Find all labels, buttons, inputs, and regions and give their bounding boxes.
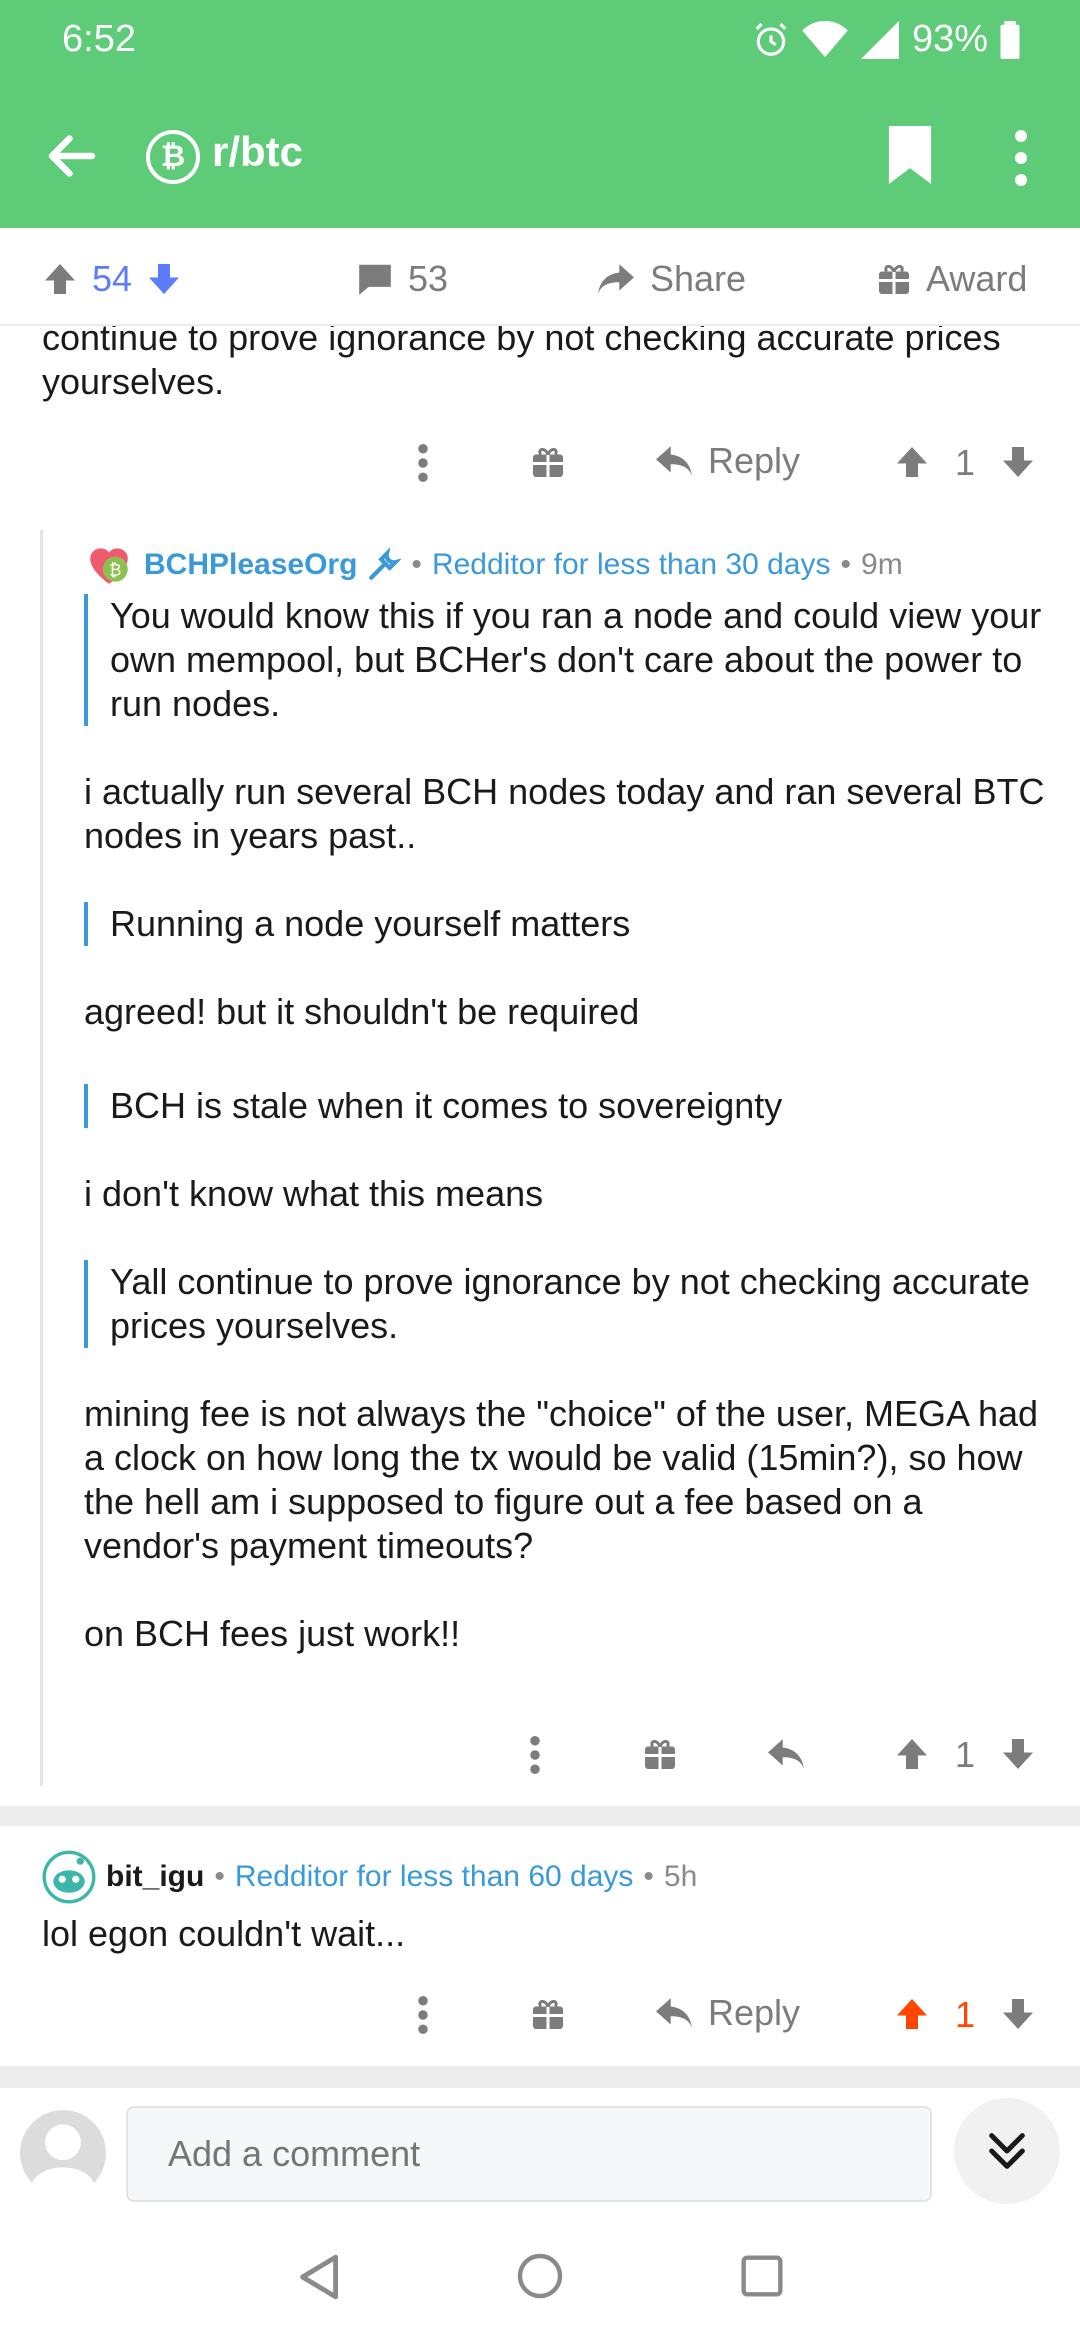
add-comment-input[interactable] (126, 2106, 932, 2202)
comment-body: You would know this if you ran a node an… (84, 594, 1064, 1656)
share-label: Share (650, 258, 747, 299)
gift-icon[interactable] (530, 444, 566, 480)
prev-comment-text: continue to prove ignorance by not check… (42, 317, 1001, 402)
comment-icon (359, 264, 391, 295)
downvote-icon[interactable] (1000, 444, 1036, 480)
default-avatar-icon (30, 2124, 96, 2196)
separator-dot: • (643, 1860, 654, 1893)
comment-paragraph: i don't know what this means (84, 1173, 544, 1214)
comment-header: bit_igu • Redditor for less than 60 days… (42, 1850, 697, 1904)
battery-text: 93% (911, 18, 988, 60)
vote-count: 1 (955, 442, 976, 483)
upvote-icon[interactable] (42, 261, 78, 297)
reply-button[interactable]: Reply (654, 1992, 800, 2034)
reply-button[interactable]: Reply (654, 440, 800, 482)
comment-actions: Reply 1 (0, 1982, 1080, 2052)
overflow-menu-icon[interactable] (1006, 130, 1036, 186)
alarm-icon (755, 22, 787, 56)
reply-icon (656, 1998, 692, 2028)
status-bar: 6:52 93% (0, 0, 1080, 80)
svg-text:₿: ₿ (109, 560, 121, 579)
post-vote-count: 54 (92, 258, 133, 299)
user-flair: Redditor for less than 30 days (431, 548, 831, 581)
comment-actions: 1 (0, 1722, 1080, 1792)
separator-dot: • (411, 548, 422, 581)
comment-paragraph: on BCH fees just work!! (84, 1613, 461, 1654)
signal-icon (860, 20, 899, 59)
gift-icon[interactable] (642, 1736, 678, 1772)
comment-author[interactable]: bit_igu (106, 1860, 204, 1894)
reply-label: Reply (708, 1992, 801, 2033)
gift-icon (879, 264, 909, 294)
post-vote-group: 54 (42, 258, 182, 300)
post-action-bar: 54 53 Share Award (0, 228, 1080, 326)
comment-time: 5h (663, 1860, 698, 1893)
share-icon (598, 264, 634, 294)
nav-home-icon[interactable] (516, 2252, 564, 2300)
app-bar: ₿ r/btc (0, 108, 1080, 198)
post-share-button[interactable]: Share (596, 258, 746, 300)
blockquote: Running a node yourself matters (84, 902, 1064, 946)
reply-icon[interactable] (766, 1736, 806, 1772)
more-options-icon[interactable] (418, 444, 428, 482)
comment-time: 9m (861, 548, 903, 581)
more-options-icon[interactable] (530, 1736, 540, 1774)
subreddit-icon[interactable]: ₿ (146, 130, 200, 184)
user-avatar[interactable] (20, 2110, 106, 2196)
blockquote: BCH is stale when it comes to sovereignt… (84, 1084, 1064, 1128)
comment-paragraph: i actually run several BCH nodes today a… (84, 771, 1045, 856)
upvote-icon[interactable] (894, 444, 930, 480)
separator-dot: • (214, 1860, 225, 1893)
comment-paragraph: lol egon couldn't wait... (42, 1913, 406, 1954)
moderator-wrench-icon (369, 548, 402, 580)
bookmark-icon[interactable] (888, 126, 932, 184)
downvote-icon[interactable] (1000, 1736, 1036, 1772)
more-options-icon[interactable] (418, 1996, 428, 2034)
comment-paragraph: mining fee is not always the "choice" of… (84, 1393, 1039, 1566)
downvote-icon[interactable] (146, 261, 182, 297)
blockquote: Yall continue to prove ignorance by not … (84, 1260, 1064, 1348)
comment-header: ₿ BCHPleaseOrg • Redditor for less than … (84, 540, 903, 590)
reply-label: Reply (708, 440, 801, 481)
app-header: 6:52 93% ₿ r/btc (0, 0, 1080, 228)
blockquote: You would know this if you ran a node an… (84, 594, 1064, 726)
status-time: 6:52 (62, 18, 136, 60)
upvote-icon[interactable] (894, 1996, 930, 2032)
comment-divider (0, 2066, 1080, 2086)
wifi-icon (802, 20, 848, 57)
comment-paragraph: agreed! but it shouldn't be required (84, 991, 640, 1032)
system-nav-bar (0, 2214, 1080, 2340)
vote-count: 1 (955, 1734, 976, 1775)
nav-back-icon[interactable] (296, 2252, 340, 2302)
battery-icon (1000, 20, 1020, 59)
snoo-avatar-icon[interactable] (42, 1850, 96, 1904)
thread-line[interactable] (40, 530, 43, 1786)
comment-divider (0, 1806, 1080, 1826)
jump-to-next-button[interactable] (954, 2098, 1060, 2204)
double-chevron-down-icon (989, 2133, 1025, 2169)
subreddit-name[interactable]: r/btc (212, 128, 303, 176)
upvote-icon[interactable] (894, 1736, 930, 1772)
compose-bar (0, 2086, 1080, 2214)
user-flair: Redditor for less than 60 days (234, 1860, 634, 1893)
prev-comment-actions: Reply 1 (0, 430, 1080, 500)
user-avatar[interactable]: ₿ (84, 540, 134, 590)
back-arrow-icon[interactable] (42, 126, 102, 186)
gift-icon[interactable] (530, 1996, 566, 2032)
reply-icon (656, 446, 692, 476)
comment-author[interactable]: BCHPleaseOrg (144, 548, 357, 582)
separator-dot: • (840, 548, 852, 581)
heart-avatar-icon: ₿ (90, 548, 128, 584)
award-label: Award (926, 258, 1028, 299)
post-comment-count: 53 (408, 258, 449, 299)
nav-recents-icon[interactable] (740, 2254, 784, 2298)
status-icons: 93% (752, 18, 1020, 61)
vote-count: 1 (955, 1994, 976, 2035)
post-award-button[interactable]: Award (876, 258, 1027, 300)
post-comments-button[interactable]: 53 (356, 258, 448, 300)
downvote-icon[interactable] (1000, 1996, 1036, 2032)
